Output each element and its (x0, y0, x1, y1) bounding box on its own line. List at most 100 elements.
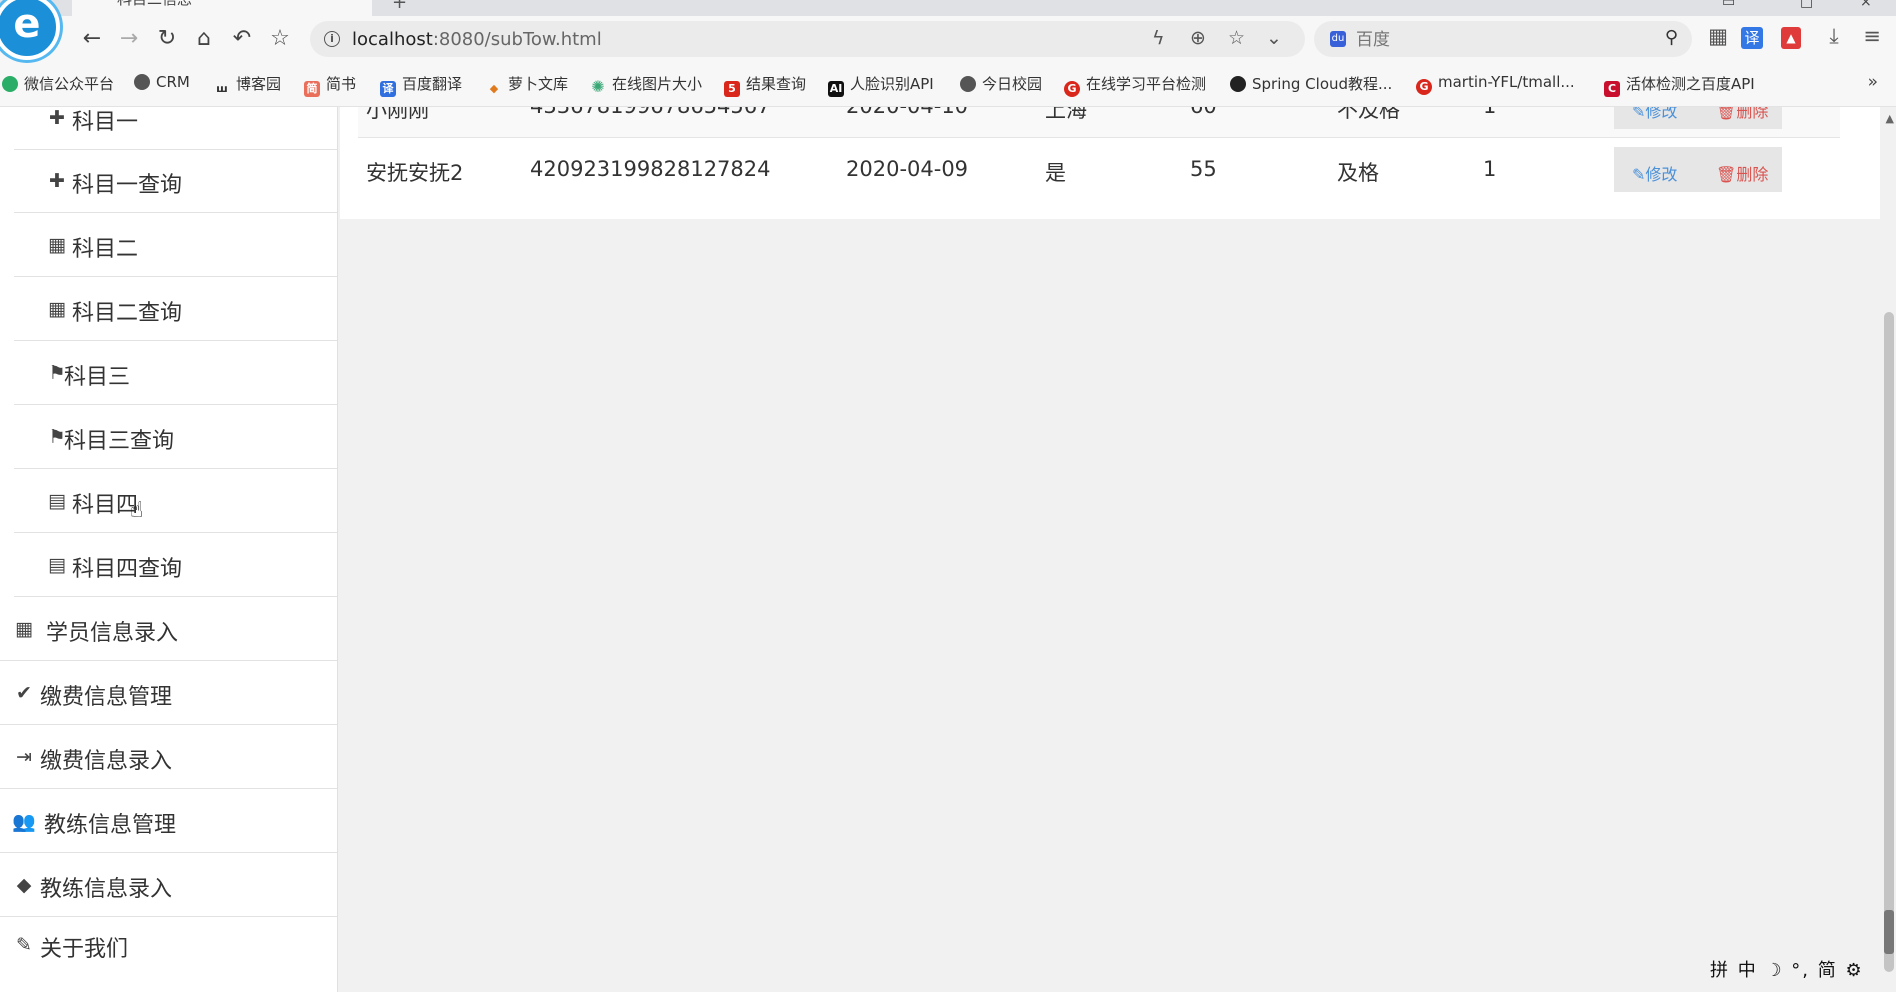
baidu-engine-icon[interactable]: du (1330, 31, 1346, 47)
close-window-icon[interactable]: × (1860, 0, 1872, 10)
apps-grid-icon[interactable]: ▦ (1704, 24, 1732, 48)
data-table: 小刚刚 433678199678654567 2020-04-10 上海 60 … (340, 107, 1880, 219)
url-text[interactable]: localhost:8080/subTow.html (352, 29, 602, 50)
bookmark-label: 博客园 (236, 75, 282, 93)
sidebar-item-subject-1[interactable]: ✚ 科目一 (14, 107, 337, 150)
sign-in-icon: ⇥ (16, 746, 32, 768)
maximize-window-icon[interactable]: □ (1800, 0, 1813, 10)
search-icon[interactable]: ⚲ (1665, 27, 1678, 48)
users-icon: 👥 (12, 811, 36, 833)
bookmark-item[interactable]: 译百度翻译 (380, 73, 462, 97)
cell-score: 60 (1190, 107, 1217, 118)
bookmark-label: 百度翻译 (402, 75, 463, 93)
edit-icon: ✎ (1632, 165, 1646, 184)
sidebar-item-label: 缴费信息管理 (40, 685, 173, 710)
cell-id-number: 433678199678654567 (530, 107, 771, 118)
sidebar-item-label: 科目四 (72, 493, 139, 518)
sidebar-item-subject-1-query[interactable]: ✚ 科目一查询 (14, 150, 337, 213)
cell-score: 55 (1190, 157, 1217, 181)
sidebar-item-payment-entry[interactable]: ⇥ 缴费信息录入 (0, 726, 337, 789)
bookmark-label: 萝卜文库 (508, 75, 569, 93)
url-host: localhost (352, 29, 433, 50)
cell-col4: 上海 (1045, 107, 1087, 122)
sidebar-item-student-entry[interactable]: ▦ 学员信息录入 (0, 598, 337, 661)
lightning-icon[interactable]: ϟ (1152, 27, 1165, 49)
github-icon (1230, 76, 1246, 92)
bookmark-label: 结果查询 (746, 75, 807, 93)
translate-icon[interactable]: 译 (1741, 27, 1763, 49)
new-tab-button[interactable]: + (392, 0, 407, 13)
sidebar-item-coach-entry[interactable]: ◆ 教练信息录入 (0, 854, 337, 917)
bookmark-item[interactable]: 简简书 (304, 73, 356, 97)
wechat-icon (2, 76, 18, 92)
ime-toolbar[interactable]: 拼 中 ☽ °, 简 ⚙ (1710, 956, 1864, 981)
delete-label: 删除 (1736, 165, 1769, 184)
sidebar-item-subject-2-query[interactable]: ▦ 科目二查询 (14, 278, 337, 341)
cell-name: 安抚安抚2 (366, 161, 464, 185)
bookmark-item[interactable]: G 在线学习平台检测 (1064, 73, 1206, 97)
home-icon[interactable]: ⌂ (189, 24, 219, 54)
reload-icon[interactable]: ↻ (152, 24, 182, 54)
sidebar-item-subject-2[interactable]: ▦ 科目二 (14, 214, 337, 277)
bookmark-item[interactable]: Spring Cloud教程... (1230, 73, 1392, 94)
bookmarks-more-icon[interactable]: » (1868, 72, 1878, 92)
download-icon[interactable]: ⤓ (1820, 24, 1848, 49)
scrollbar-handle[interactable] (1884, 910, 1894, 954)
site-info-icon[interactable]: i (324, 31, 340, 47)
cell-date: 2020-04-09 (846, 157, 969, 181)
bookmark-star-icon[interactable]: ☆ (1228, 27, 1245, 49)
pdf-icon[interactable]: ▲ (1781, 27, 1801, 49)
address-bar[interactable]: i localhost:8080/subTow.html ϟ ⊕ ☆ ⌄ (310, 21, 1305, 57)
bookmark-label: Spring Cloud教程... (1252, 75, 1393, 93)
menu-icon[interactable]: ≡ (1858, 24, 1886, 48)
sidebar-item-subject-4-query[interactable]: ▤ 科目四查询 (14, 534, 337, 597)
undo-icon[interactable]: ↶ (227, 24, 257, 54)
sidebar-item-coach-management[interactable]: 👥 教练信息管理 (0, 790, 337, 853)
sidebar-item-label: 关于我们 (40, 937, 129, 962)
sidebar-item-subject-4[interactable]: ▤ 科目四 (14, 470, 337, 533)
bookmark-item[interactable]: ◆ 萝卜文库 (486, 73, 568, 97)
sidebar-item-subject-3-query[interactable]: ⚑ 科目三查询 (14, 406, 337, 469)
sidebar-item-about-us[interactable]: ✎ 关于我们 (0, 918, 337, 981)
search-input[interactable] (1354, 27, 1638, 53)
bookmark-label: martin-YFL/tmall... (1438, 73, 1575, 91)
bookmark-item[interactable]: CRM (134, 73, 190, 91)
bookmark-item[interactable]: ꟺ 博客园 (214, 73, 281, 97)
bookmark-item[interactable]: 微信公众平台 (2, 73, 114, 94)
zoom-icon[interactable]: ⊕ (1190, 27, 1206, 49)
search-box[interactable]: du ⚲ (1314, 21, 1692, 57)
g-icon: G (1416, 79, 1432, 95)
bookmark-label: 今日校园 (982, 75, 1043, 93)
edit-button[interactable]: ✎修改 (1632, 107, 1677, 122)
bookmark-item[interactable]: 5 结果查询 (724, 73, 806, 97)
sidebar-item-label: 科目一查询 (72, 173, 183, 198)
table-icon: ▦ (15, 618, 33, 640)
tab-close-icon[interactable]: × (352, 0, 364, 2)
active-tab[interactable]: 科目二信息 × (72, 0, 372, 16)
sidebar-item-payment-management[interactable]: ✔ 缴费信息管理 (0, 662, 337, 725)
row-actions: ✎修改 🗑删除 (1614, 147, 1782, 192)
scroll-up-icon[interactable]: ▲ (1886, 112, 1894, 125)
delete-button[interactable]: 🗑删除 (1716, 161, 1768, 185)
tag-icon: ◆ (16, 874, 32, 896)
restore-window-icon[interactable]: ▭ (1722, 0, 1735, 10)
edit-button[interactable]: ✎修改 (1632, 161, 1677, 185)
bookmark-item[interactable]: 今日校园 (960, 73, 1042, 94)
scrollbar-thumb[interactable] (1884, 312, 1894, 972)
bookmark-label: 在线图片大小 (612, 75, 703, 93)
delete-button[interactable]: 🗑删除 (1716, 107, 1768, 122)
sidebar-item-label: 科目二 (72, 237, 139, 262)
bookmark-item[interactable]: ✺ 在线图片大小 (590, 73, 702, 95)
bookmark-item[interactable]: Gmartin-YFL/tmall... (1416, 73, 1575, 95)
sidebar-item-label: 教练信息录入 (40, 877, 173, 902)
forward-icon[interactable]: → (114, 24, 144, 54)
chevron-down-icon[interactable]: ⌄ (1266, 27, 1282, 49)
favorite-star-icon[interactable]: ☆ (265, 24, 295, 54)
bookmark-label: 人脸识别API (850, 75, 934, 93)
bookmark-item[interactable]: AI 人脸识别API (828, 73, 934, 97)
sidebar-item-subject-3[interactable]: ⚑ 科目三 (14, 342, 337, 405)
bookmark-item[interactable]: C 活体检测之百度API (1604, 73, 1755, 97)
cell-date: 2020-04-10 (846, 107, 968, 118)
back-icon[interactable]: ← (77, 24, 107, 54)
browser-toolbar: ← → ↻ ⌂ ↶ ☆ i localhost:8080/subTow.html… (0, 16, 1896, 62)
